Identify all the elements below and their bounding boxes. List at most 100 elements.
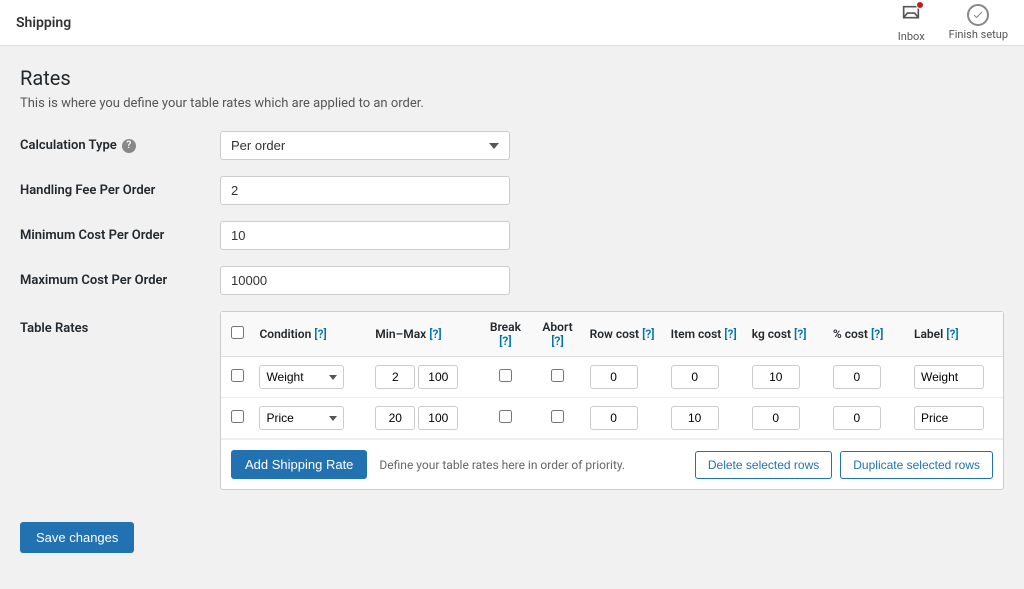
table-row: Weight Price Items: [221, 357, 1003, 398]
row2-checkbox[interactable]: [231, 410, 244, 423]
row1-rowcost-cell: [584, 357, 665, 398]
row1-checkbox[interactable]: [231, 369, 244, 382]
header-kgcost: kg cost [?]: [746, 312, 827, 357]
min-cost-input[interactable]: [220, 221, 510, 250]
row1-abort-checkbox[interactable]: [551, 369, 564, 382]
inbox-badge: [916, 1, 924, 9]
row2-label-input[interactable]: [914, 406, 984, 430]
top-bar: Shipping Inbox Finish setup: [0, 0, 1024, 46]
row1-min-input[interactable]: [375, 365, 415, 389]
top-bar-actions: Inbox Finish setup: [898, 3, 1008, 43]
inbox-action[interactable]: Inbox: [898, 3, 925, 43]
row1-break-checkbox[interactable]: [499, 369, 512, 382]
table-rates-label: Table Rates: [20, 311, 220, 336]
rates-table: Condition [?] Min–Max [?] Break [?] Abor…: [221, 312, 1003, 439]
header-abort: Abort [?]: [531, 312, 583, 357]
calc-type-row: Calculation Type ? Per order Per item Pe…: [20, 131, 1004, 160]
kgcost-help-link[interactable]: [?]: [794, 327, 806, 341]
inbox-label: Inbox: [898, 30, 925, 43]
row1-itemcost-input[interactable]: [671, 365, 719, 389]
row2-condition-cell: Weight Price Items: [253, 398, 369, 439]
footer-hint: Define your table rates here in order of…: [379, 458, 625, 472]
header-minmax: Min–Max [?]: [369, 312, 479, 357]
row1-condition-select[interactable]: Weight Price Items: [259, 365, 344, 389]
row1-pctcost-input[interactable]: [833, 365, 881, 389]
header-break: Break [?]: [479, 312, 531, 357]
handling-fee-label: Handling Fee Per Order: [20, 183, 220, 198]
rates-table-head: Condition [?] Min–Max [?] Break [?] Abor…: [221, 312, 1003, 357]
row2-minmax-pair: [375, 406, 473, 430]
row2-rowcost-input[interactable]: [590, 406, 638, 430]
row2-break-cell: [479, 398, 531, 439]
finish-setup-label: Finish setup: [949, 28, 1008, 41]
max-cost-input[interactable]: [220, 266, 510, 295]
itemcost-help-link[interactable]: [?]: [724, 327, 736, 341]
rates-footer-right: Delete selected rows Duplicate selected …: [695, 451, 993, 479]
handling-fee-input[interactable]: [220, 176, 510, 205]
row2-abort-checkbox[interactable]: [551, 410, 564, 423]
abort-help-link[interactable]: [?]: [551, 334, 563, 348]
handling-fee-row: Handling Fee Per Order: [20, 176, 1004, 205]
row1-minmax-pair: [375, 365, 473, 389]
row2-kgcost-input[interactable]: [752, 406, 800, 430]
save-section: Save changes: [20, 506, 1004, 569]
header-rowcost: Row cost [?]: [584, 312, 665, 357]
row2-max-input[interactable]: [418, 406, 458, 430]
rates-table-body: Weight Price Items: [221, 357, 1003, 439]
row2-kgcost-cell: [746, 398, 827, 439]
row1-label-cell: [908, 357, 1003, 398]
duplicate-selected-rows-button[interactable]: Duplicate selected rows: [840, 451, 993, 479]
row2-itemcost-cell: [665, 398, 746, 439]
rates-footer: Add Shipping Rate Define your table rate…: [221, 439, 1003, 489]
row2-itemcost-input[interactable]: [671, 406, 719, 430]
page-description: This is where you define your table rate…: [20, 96, 1004, 111]
row2-min-input[interactable]: [375, 406, 415, 430]
label-help-link[interactable]: [?]: [946, 327, 958, 341]
row2-checkbox-cell: [221, 398, 253, 439]
row1-max-input[interactable]: [418, 365, 458, 389]
finish-setup-action[interactable]: Finish setup: [949, 4, 1008, 41]
finish-setup-icon: [967, 4, 989, 26]
row1-kgcost-cell: [746, 357, 827, 398]
row1-minmax-cell: [369, 357, 479, 398]
row2-rowcost-cell: [584, 398, 665, 439]
calc-type-help-icon[interactable]: ?: [122, 139, 136, 153]
break-help-link[interactable]: [?]: [499, 334, 511, 348]
row2-pctcost-input[interactable]: [833, 406, 881, 430]
rates-footer-left: Add Shipping Rate Define your table rate…: [231, 450, 625, 479]
minmax-help-link[interactable]: [?]: [429, 327, 441, 341]
row2-pctcost-cell: [827, 398, 908, 439]
header-condition: Condition [?]: [253, 312, 369, 357]
calc-type-select[interactable]: Per order Per item Per kg: [220, 131, 510, 160]
min-cost-row: Minimum Cost Per Order: [20, 221, 1004, 250]
row2-break-checkbox[interactable]: [499, 410, 512, 423]
rates-table-header-row: Condition [?] Min–Max [?] Break [?] Abor…: [221, 312, 1003, 357]
save-changes-button[interactable]: Save changes: [20, 522, 134, 553]
row2-condition-select[interactable]: Weight Price Items: [259, 406, 344, 430]
row2-label-cell: [908, 398, 1003, 439]
row2-abort-cell: [531, 398, 583, 439]
row1-itemcost-cell: [665, 357, 746, 398]
pctcost-help-link[interactable]: [?]: [871, 327, 883, 341]
min-cost-label: Minimum Cost Per Order: [20, 228, 220, 243]
header-itemcost: Item cost [?]: [665, 312, 746, 357]
rowcost-help-link[interactable]: [?]: [642, 327, 654, 341]
row1-kgcost-input[interactable]: [752, 365, 800, 389]
row1-rowcost-input[interactable]: [590, 365, 638, 389]
table-rates-row: Table Rates Condition [?] Min–Max [?]: [20, 311, 1004, 490]
row1-abort-cell: [531, 357, 583, 398]
app-title: Shipping: [16, 15, 71, 31]
max-cost-label: Maximum Cost Per Order: [20, 273, 220, 288]
table-row: Weight Price Items: [221, 398, 1003, 439]
delete-selected-rows-button[interactable]: Delete selected rows: [695, 451, 832, 479]
page-title: Rates: [20, 66, 1004, 90]
select-all-checkbox[interactable]: [231, 326, 244, 339]
row1-label-input[interactable]: [914, 365, 984, 389]
condition-help-link[interactable]: [?]: [314, 327, 326, 341]
max-cost-row: Maximum Cost Per Order: [20, 266, 1004, 295]
row1-checkbox-cell: [221, 357, 253, 398]
header-label: Label [?]: [908, 312, 1003, 357]
rates-table-container: Condition [?] Min–Max [?] Break [?] Abor…: [220, 311, 1004, 490]
row1-break-cell: [479, 357, 531, 398]
add-shipping-rate-button[interactable]: Add Shipping Rate: [231, 450, 367, 479]
